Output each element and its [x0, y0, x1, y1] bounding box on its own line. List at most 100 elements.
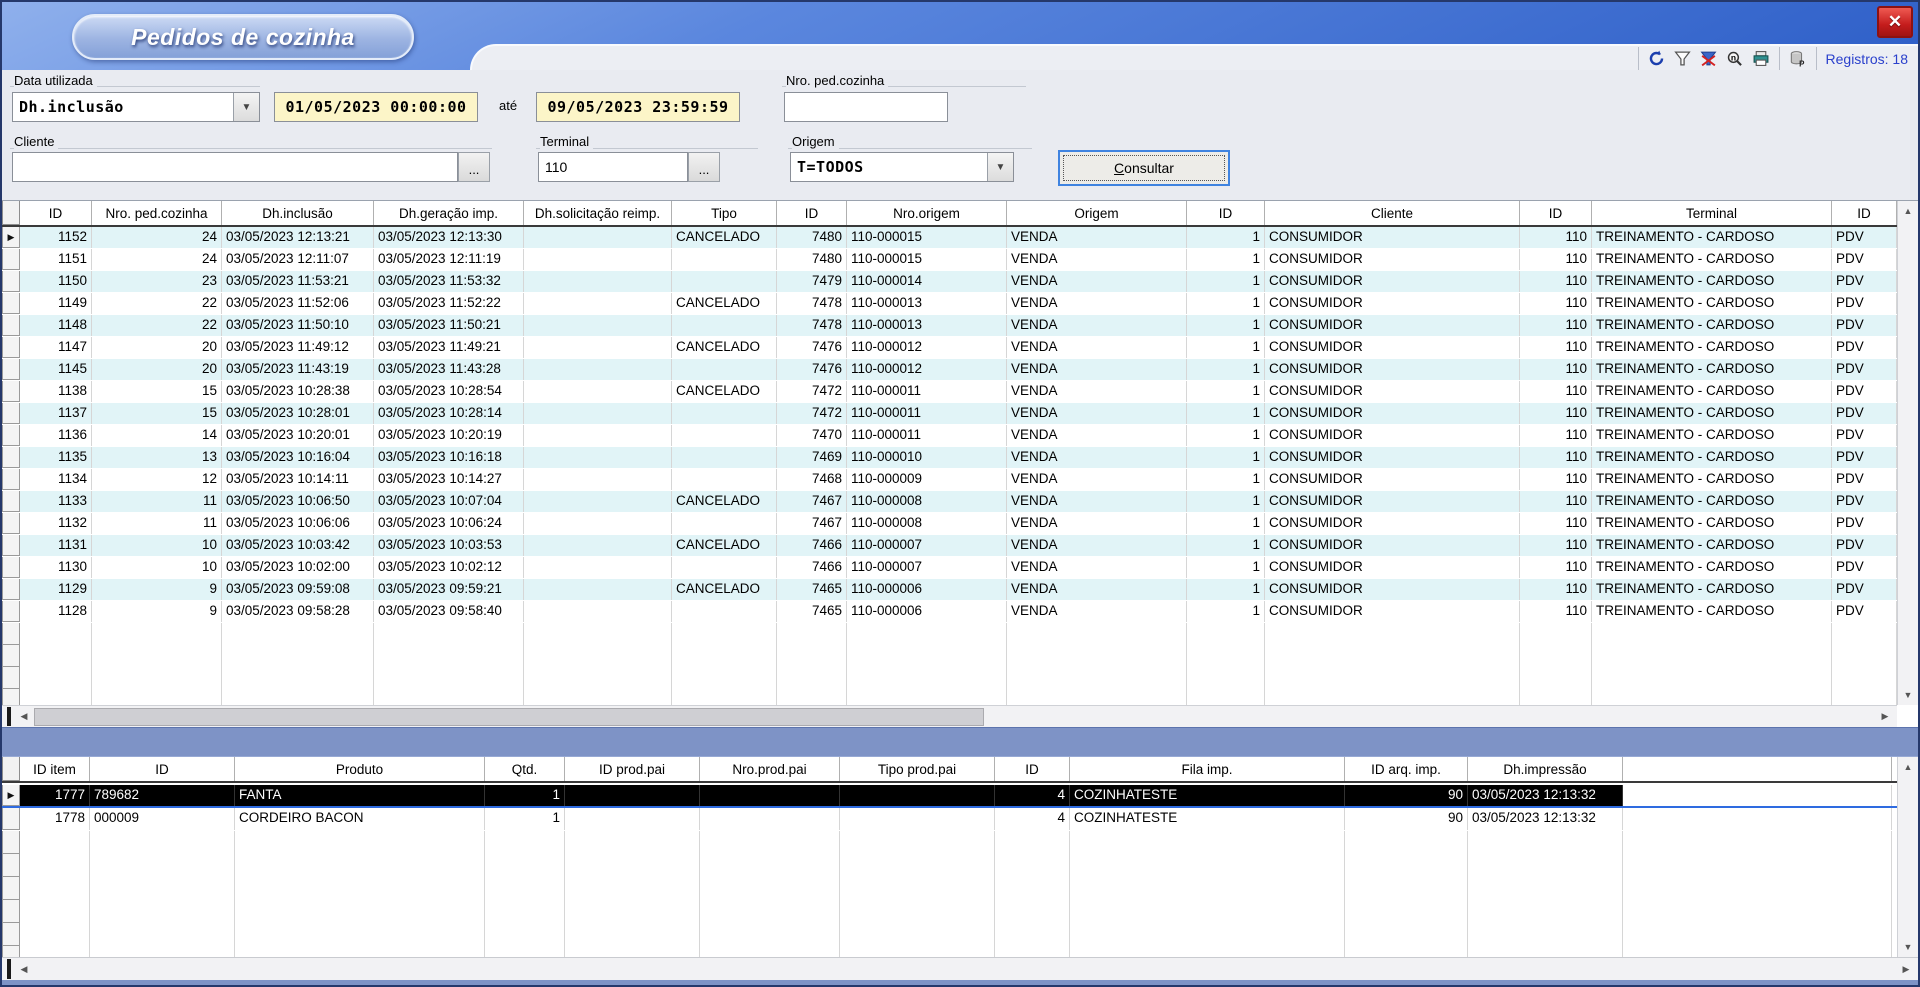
grid-cell[interactable]: 7465	[777, 601, 847, 622]
grid-cell[interactable]: TREINAMENTO - CARDOSO	[1592, 315, 1832, 336]
grid-cell[interactable]: 110-000007	[847, 557, 1007, 578]
table-row[interactable]: 11321103/05/2023 10:06:0603/05/2023 10:0…	[2, 513, 1897, 535]
grid-cell[interactable]: 03/05/2023 12:11:07	[222, 249, 374, 270]
grid-cell[interactable]	[672, 513, 777, 534]
grid-cell[interactable]: 03/05/2023 12:13:32	[1468, 808, 1623, 830]
scroll-up-icon[interactable]: ▲	[1898, 759, 1918, 775]
grid-cell[interactable]: 7478	[777, 293, 847, 314]
grid-cell[interactable]: 1150	[20, 271, 92, 292]
grid-cell[interactable]: VENDA	[1007, 535, 1187, 556]
grid-cell[interactable]	[565, 785, 700, 806]
grid-cell[interactable]: VENDA	[1007, 491, 1187, 512]
grid-cell[interactable]: 7470	[777, 425, 847, 446]
grid-cell[interactable]: 1778	[20, 808, 90, 830]
grid-cell[interactable]: 9	[92, 579, 222, 600]
grid-cell[interactable]	[672, 315, 777, 336]
search-icon[interactable]: n	[1722, 48, 1748, 70]
grid-cell[interactable]	[524, 557, 672, 578]
column-header[interactable]	[1623, 757, 1892, 781]
table-row[interactable]: 11341203/05/2023 10:14:1103/05/2023 10:1…	[2, 469, 1897, 491]
grid-cell[interactable]: 110-000011	[847, 425, 1007, 446]
grid-cell[interactable]: 110	[1520, 491, 1592, 512]
grid-cell[interactable]: CONSUMIDOR	[1265, 513, 1520, 534]
grid-cell[interactable]: CORDEIRO BACON	[235, 808, 485, 830]
grid-cell[interactable]: 22	[92, 315, 222, 336]
grid-cell[interactable]: 03/05/2023 10:03:53	[374, 535, 524, 556]
grid-cell[interactable]: 110	[1520, 381, 1592, 402]
grid-cell[interactable]: VENDA	[1007, 403, 1187, 424]
grid-cell[interactable]: 10	[92, 557, 222, 578]
grid-cell[interactable]: CONSUMIDOR	[1265, 557, 1520, 578]
grid-cell[interactable]: 9	[92, 601, 222, 622]
grid-cell[interactable]: 03/05/2023 10:28:01	[222, 403, 374, 424]
grid-cell[interactable]: 03/05/2023 11:50:21	[374, 315, 524, 336]
grid-cell[interactable]: 12	[92, 469, 222, 490]
grid-cell[interactable]: CONSUMIDOR	[1265, 271, 1520, 292]
grid-cell[interactable]: TREINAMENTO - CARDOSO	[1592, 271, 1832, 292]
grid-cell[interactable]: 1133	[20, 491, 92, 512]
grid-cell[interactable]: 110	[1520, 579, 1592, 600]
column-header[interactable]: Fila imp.	[1070, 757, 1345, 781]
grid-cell[interactable]: CONSUMIDOR	[1265, 249, 1520, 270]
grid-cell[interactable]	[565, 808, 700, 830]
grid-cell[interactable]: 03/05/2023 10:07:04	[374, 491, 524, 512]
grid-cell[interactable]	[524, 425, 672, 446]
grid-cell[interactable]: VENDA	[1007, 337, 1187, 358]
grid-cell[interactable]: PDV	[1832, 359, 1897, 380]
column-header[interactable]: Produto	[235, 757, 485, 781]
table-row[interactable]: 11512403/05/2023 12:11:0703/05/2023 12:1…	[2, 249, 1897, 271]
grid-cell[interactable]: CONSUMIDOR	[1265, 337, 1520, 358]
grid-cell[interactable]: 1152	[20, 227, 92, 248]
grid-cell[interactable]: 1131	[20, 535, 92, 556]
grid-cell[interactable]: 03/05/2023 11:49:12	[222, 337, 374, 358]
grid-cell[interactable]: 7479	[777, 271, 847, 292]
grid-cell[interactable]	[524, 315, 672, 336]
column-header[interactable]: Dh.geração imp.	[374, 201, 524, 225]
grid-cell[interactable]: 1	[485, 785, 565, 806]
grid-cell[interactable]: 110	[1520, 601, 1592, 622]
grid-cell[interactable]: VENDA	[1007, 557, 1187, 578]
grid-cell[interactable]: 110-000013	[847, 293, 1007, 314]
chevron-down-icon[interactable]: ▼	[233, 93, 259, 121]
table-row[interactable]: 11371503/05/2023 10:28:0103/05/2023 10:2…	[2, 403, 1897, 425]
date-to-field[interactable]: 09/05/2023 23:59:59	[536, 92, 740, 122]
grid-cell[interactable]: VENDA	[1007, 579, 1187, 600]
grid-cell[interactable]: 110-000012	[847, 337, 1007, 358]
cliente-input[interactable]	[12, 152, 458, 182]
items-vertical-scrollbar[interactable]: ▲ ▼	[1897, 757, 1918, 957]
grid-cell[interactable]: 1145	[20, 359, 92, 380]
grid-cell[interactable]	[700, 808, 840, 830]
grid-cell[interactable]	[672, 425, 777, 446]
grid-cell[interactable]: 1	[1187, 425, 1265, 446]
grid-cell[interactable]: VENDA	[1007, 469, 1187, 490]
column-header[interactable]: Origem	[1007, 201, 1187, 225]
grid-cell[interactable]: 03/05/2023 10:03:42	[222, 535, 374, 556]
column-header[interactable]: Tipo	[672, 201, 777, 225]
column-header[interactable]: Dh.inclusão	[222, 201, 374, 225]
grid-cell[interactable]: 03/05/2023 10:16:18	[374, 447, 524, 468]
grid-cell[interactable]: 1	[1187, 513, 1265, 534]
grid-cell[interactable]: 110-000011	[847, 403, 1007, 424]
grid-cell[interactable]	[524, 337, 672, 358]
grid-cell[interactable]: 110	[1520, 271, 1592, 292]
table-row[interactable]: 11492203/05/2023 11:52:0603/05/2023 11:5…	[2, 293, 1897, 315]
scroll-down-icon[interactable]: ▼	[1898, 939, 1918, 955]
grid-cell[interactable]: 03/05/2023 11:53:32	[374, 271, 524, 292]
table-row[interactable]: 11452003/05/2023 11:43:1903/05/2023 11:4…	[2, 359, 1897, 381]
grid-cell[interactable]: TREINAMENTO - CARDOSO	[1592, 579, 1832, 600]
grid-cell[interactable]: 1137	[20, 403, 92, 424]
grid-cell[interactable]: VENDA	[1007, 601, 1187, 622]
table-row[interactable]: 11472003/05/2023 11:49:1203/05/2023 11:4…	[2, 337, 1897, 359]
grid-cell[interactable]: PDV	[1832, 447, 1897, 468]
chevron-down-icon[interactable]: ▼	[987, 153, 1013, 181]
print-icon[interactable]	[1748, 48, 1774, 70]
grid-cell[interactable]: TREINAMENTO - CARDOSO	[1592, 403, 1832, 424]
grid-cell[interactable]: PDV	[1832, 403, 1897, 424]
column-header[interactable]: ID	[1187, 201, 1265, 225]
grid-cell[interactable]: CONSUMIDOR	[1265, 469, 1520, 490]
grid-cell[interactable]: 789682	[90, 785, 235, 806]
grid-cell[interactable]: VENDA	[1007, 249, 1187, 270]
grid-cell[interactable]: PDV	[1832, 491, 1897, 512]
terminal-input[interactable]	[538, 152, 688, 182]
grid-cell[interactable]: 14	[92, 425, 222, 446]
